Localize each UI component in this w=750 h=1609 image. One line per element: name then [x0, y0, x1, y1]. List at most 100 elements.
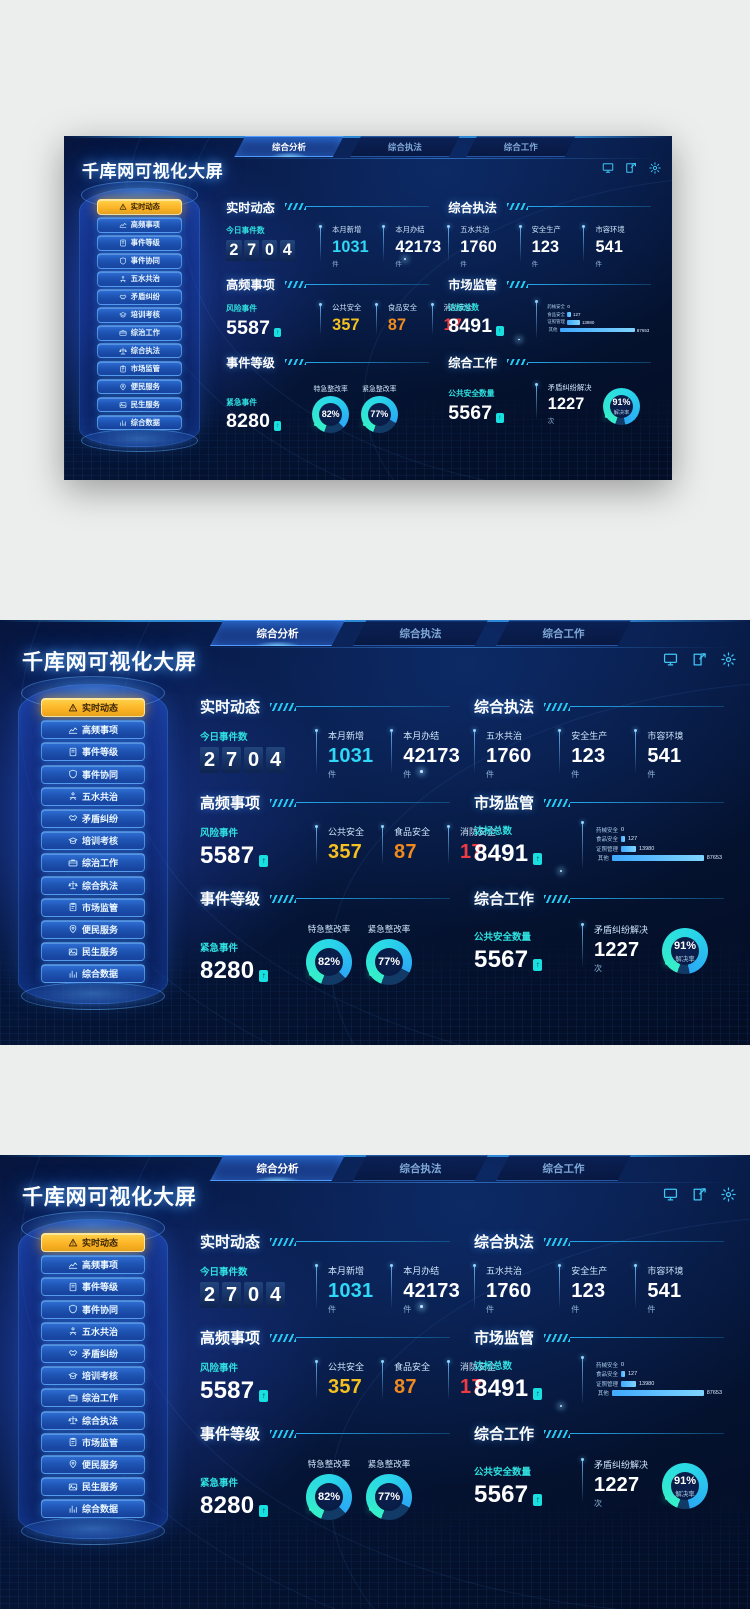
tab-1[interactable]: 综合分析 [234, 136, 344, 158]
sidebar-item-6[interactable]: 矛盾纠纷 [41, 808, 145, 828]
hatch-decoration [506, 203, 528, 210]
bar-label: 食品安全 [595, 1372, 618, 1379]
sidebar-item-2[interactable]: 高频事项 [41, 720, 145, 740]
tab-2[interactable]: 综合执法 [350, 136, 460, 158]
sidebar-item-3[interactable]: 事件等级 [41, 742, 145, 762]
metric-value: 8280 ↑ [200, 1492, 292, 1520]
metric-unit: 次 [594, 1499, 602, 1508]
tab-3[interactable]: 综合工作 [496, 1155, 631, 1181]
tab-1[interactable]: 综合分析 [210, 1155, 345, 1181]
sidebar-item-1[interactable]: 实时动态 [41, 698, 145, 717]
sidebar-item-4[interactable]: 事件协同 [41, 764, 145, 784]
sidebar-item-4[interactable]: 事件协同 [97, 253, 182, 269]
sidebar-item-3[interactable]: 事件等级 [41, 1277, 145, 1297]
sidebar-item-13[interactable]: 综合数据 [41, 964, 145, 984]
metric-label: 本月新增 [328, 1266, 365, 1276]
header-actions [602, 162, 661, 174]
sidebar-item-10[interactable]: 市场监管 [41, 1432, 145, 1452]
gear-icon[interactable] [648, 162, 661, 174]
section-decoration [544, 798, 724, 807]
metric: 五水共治 1760 件 [447, 225, 497, 268]
sidebar-item-13[interactable]: 综合数据 [97, 415, 182, 431]
section-header: 实时动态 [226, 198, 429, 216]
metric-row: 今日事件数 2 7 0 4 本月新增 1031 件 本月办结 42173 件 [226, 225, 441, 268]
metric-primary: 公共安全数量 5567 ↑ [448, 388, 524, 424]
sidebar-item-6[interactable]: 矛盾纠纷 [97, 289, 182, 305]
edit-icon[interactable] [692, 1187, 707, 1202]
chart-axis [581, 1356, 584, 1403]
section-eventlevel: 事件等级 紧急事件 8280 ↑ 特急整改率 82% 紧急整改率 77% [226, 353, 429, 434]
section-header: 综合工作 [474, 1423, 724, 1444]
monitor-icon[interactable] [663, 1187, 678, 1202]
donut-gauge: 91% 解决率 [662, 928, 709, 974]
sidebar-item-9[interactable]: 综合执法 [41, 1410, 145, 1430]
section-header: 综合执法 [474, 696, 724, 717]
tab-2[interactable]: 综合执法 [353, 1155, 488, 1181]
hatch-decoration [544, 702, 571, 711]
monitor-icon[interactable] [663, 652, 678, 667]
sidebar-item-5[interactable]: 五水共治 [41, 786, 145, 806]
sidebar-item-8[interactable]: 综治工作 [41, 1388, 145, 1408]
tab-3[interactable]: 综合工作 [466, 136, 576, 158]
sidebar-item-4[interactable]: 事件协同 [41, 1299, 145, 1319]
donut-gauge: 特急整改率 82% [306, 1458, 352, 1520]
sidebar-item-6[interactable]: 矛盾纠纷 [41, 1343, 145, 1363]
sidebar-item-9[interactable]: 综合执法 [97, 343, 182, 359]
sidebar-item-1[interactable]: 实时动态 [41, 1233, 145, 1252]
sidebar-item-2[interactable]: 高频事项 [41, 1255, 145, 1275]
bar-track: 87653 [611, 855, 722, 862]
bar-value: 0 [621, 826, 625, 833]
sidebar-item-12[interactable]: 民生服务 [41, 942, 145, 962]
gear-icon[interactable] [721, 652, 736, 667]
metric: 本月办结 42173 件 [382, 225, 441, 268]
sidebar-item-7[interactable]: 培训考核 [97, 307, 182, 323]
section-title: 市场监管 [474, 1330, 535, 1347]
sidebar-item-11[interactable]: 便民服务 [41, 919, 145, 939]
metric-label: 食品安全 [394, 1362, 431, 1372]
tab-2[interactable]: 综合执法 [353, 620, 488, 646]
section-eventlevel: 事件等级 紧急事件 8280 ↑ 特急整改率 82% 紧急整改率 77% [200, 1423, 450, 1520]
sidebar-item-10[interactable]: 市场监管 [41, 897, 145, 917]
sidebar-item-8[interactable]: 综治工作 [41, 853, 145, 873]
metric-primary: 公共安全数量 5567 ↑ [474, 929, 568, 974]
tab-1[interactable]: 综合分析 [210, 620, 345, 646]
sidebar-item-7[interactable]: 培训考核 [41, 1366, 145, 1386]
sidebar-item-5[interactable]: 五水共治 [41, 1321, 145, 1341]
sidebar-item-5[interactable]: 五水共治 [97, 271, 182, 287]
sidebar-item-8[interactable]: 综治工作 [97, 325, 182, 341]
sidebar-item-2[interactable]: 高频事项 [97, 217, 182, 233]
flip-digit: 2 [200, 1282, 219, 1308]
metric-label: 达标总数 [448, 302, 480, 312]
badge-icon [68, 747, 78, 757]
image-icon [68, 947, 78, 957]
edit-icon[interactable] [625, 162, 637, 174]
edit-icon[interactable] [692, 652, 707, 667]
metric-label: 本月新增 [332, 225, 362, 235]
donut-gauge: 91% 解决率 [662, 1463, 709, 1509]
sidebar-item-label: 综合数据 [81, 1504, 118, 1515]
metric-primary: 今日事件数 2 7 0 4 [200, 729, 298, 780]
sidebar-item-9[interactable]: 综合执法 [41, 875, 145, 895]
metric-label: 安全生产 [571, 1266, 608, 1276]
tab-3[interactable]: 综合工作 [496, 620, 631, 646]
sidebar-item-11[interactable]: 便民服务 [41, 1454, 145, 1474]
metric-value: 541 [595, 237, 623, 256]
metric-unit: 件 [486, 770, 494, 779]
sidebar-item-12[interactable]: 民生服务 [97, 397, 182, 413]
section-title: 高频事项 [226, 278, 275, 293]
gear-icon[interactable] [721, 1187, 736, 1202]
sidebar-item-11[interactable]: 便民服务 [97, 379, 182, 395]
market-bar-chart: 药械安全 0 食品安全 127 证照管理 13980 其他 87653 [581, 821, 722, 868]
sidebar-item-3[interactable]: 事件等级 [97, 235, 182, 251]
metric-primary: 今日事件数 2 7 0 4 [226, 225, 305, 267]
sidebar-item-7[interactable]: 培训考核 [41, 831, 145, 851]
section-realtime: 实时动态 今日事件数 2 7 0 4 本月新增 1031 件 本月办结 42173 件 [226, 198, 441, 268]
monitor-icon[interactable] [602, 162, 614, 174]
sidebar-item-label: 五水共治 [130, 273, 160, 283]
sidebar-item-label: 矛盾纠纷 [130, 291, 160, 301]
sidebar-item-1[interactable]: 实时动态 [97, 199, 182, 215]
sidebar-item-13[interactable]: 综合数据 [41, 1499, 145, 1519]
sidebar-item-10[interactable]: 市场监管 [97, 361, 182, 377]
sidebar-item-label: 民生服务 [81, 1482, 118, 1493]
sidebar-item-12[interactable]: 民生服务 [41, 1477, 145, 1497]
